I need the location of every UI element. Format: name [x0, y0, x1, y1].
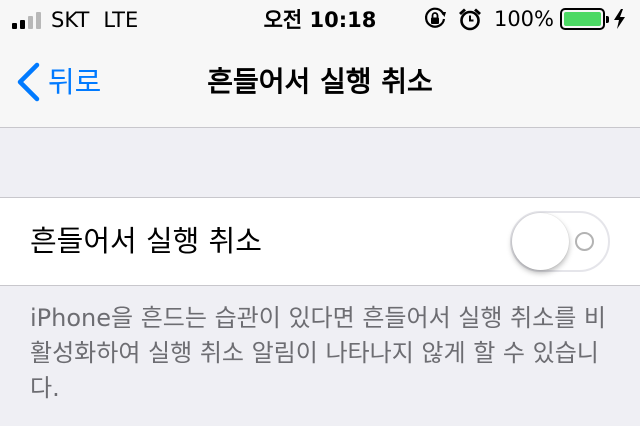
charging-bolt-icon: [614, 9, 625, 29]
battery-percent: 100%: [493, 7, 554, 31]
page-title: 흔들어서 실행 취소: [207, 65, 433, 98]
shake-to-undo-row: 흔들어서 실행 취소: [0, 197, 640, 286]
shake-to-undo-label: 흔들어서 실행 취소: [30, 224, 262, 258]
navigation-bar: 뒤로 흔들어서 실행 취소: [0, 40, 640, 128]
status-bar-right: 100%: [422, 6, 626, 32]
toggle-off-indicator-icon: [575, 232, 594, 251]
alarm-icon: [458, 8, 481, 31]
setting-description: iPhone을 흔드는 습관이 있다면 흔들어서 실행 취소를 비활성화하여 실…: [30, 304, 607, 402]
battery-level-fill: [564, 12, 601, 26]
orientation-lock-icon: [424, 7, 446, 28]
status-bar: SKT LTE 오전 10:18 100%: [0, 0, 640, 40]
shake-to-undo-toggle[interactable]: [510, 211, 610, 272]
battery-icon: [560, 8, 609, 30]
toggle-knob: [512, 213, 569, 270]
